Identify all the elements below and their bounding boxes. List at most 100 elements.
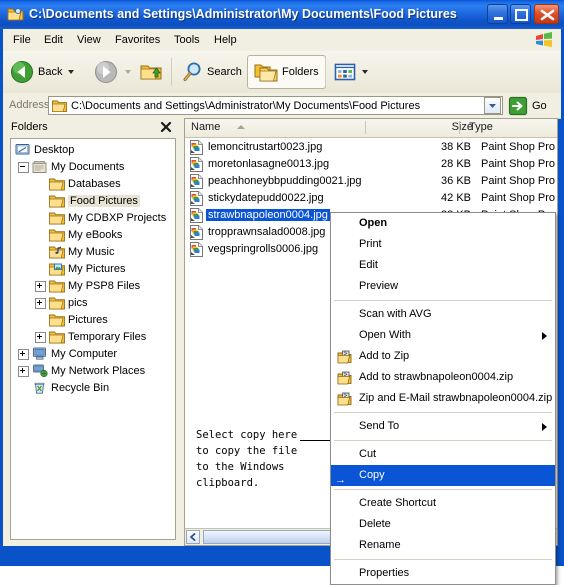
search-button[interactable]: Search	[181, 55, 242, 89]
forward-button[interactable]	[93, 55, 131, 89]
close-icon[interactable]	[159, 120, 173, 134]
menu-item-scan-with-avg[interactable]: Scan with AVG	[331, 304, 555, 325]
column-header-name[interactable]: Name	[191, 121, 220, 135]
menu-item-edit[interactable]: Edit	[331, 255, 555, 276]
tree-item-label: Recycle Bin	[51, 382, 110, 394]
menu-help[interactable]: Help	[208, 32, 243, 48]
column-header-size[interactable]: Size	[431, 121, 473, 135]
menu-item-label: Add to Zip	[359, 350, 410, 362]
tree-expander-minus-icon[interactable]	[18, 162, 29, 173]
file-name: vegspringrolls0006.jpg	[208, 243, 319, 255]
menu-item-label: Add to strawbnapoleon0004.zip	[359, 371, 514, 383]
tree-expander-plus-icon[interactable]	[35, 281, 46, 292]
folder-icon	[49, 329, 65, 347]
table-row[interactable]: peachhoneybbpudding0021.jpg 36 KB Paint Sh…	[185, 173, 557, 190]
folders-label: Folders	[282, 66, 319, 78]
zip-icon	[337, 349, 352, 364]
table-row[interactable]: moretonlasagne0013.jpg 28 KB Paint Shop Pr…	[185, 156, 557, 173]
menu-view[interactable]: View	[71, 32, 107, 48]
folder-icon	[49, 295, 65, 313]
folder-tree[interactable]: Desktop My Documents Databases Food Picture…	[10, 138, 176, 540]
folder-icon	[49, 210, 65, 228]
tree-expander-plus-icon[interactable]	[18, 366, 29, 377]
tree-item-label: My Documents	[51, 161, 125, 173]
tree-item-label: My CDBXP Projects	[68, 212, 167, 224]
menu-item-add-to-zip[interactable]: Add to Zip	[331, 346, 555, 367]
tree-item-label: My eBooks	[68, 229, 123, 241]
menu-item-label: Properties	[359, 567, 410, 579]
menu-edit[interactable]: Edit	[38, 32, 69, 48]
file-size: 38 KB	[441, 141, 471, 153]
menu-favorites[interactable]: Favorites	[109, 32, 166, 48]
file-name: lemoncitrustart0023.jpg	[208, 141, 323, 153]
menu-item-copy[interactable]: → Copy	[331, 465, 555, 486]
menu-item-delete[interactable]: Delete	[331, 514, 555, 535]
menu-item-label: Preview	[359, 280, 399, 292]
folders-pane: Folders Desktop My Documents Databases Food…	[3, 118, 180, 546]
menu-item-label: Scan with AVG	[359, 308, 432, 320]
toolbar-separator-1	[171, 58, 172, 86]
menu-separator	[334, 559, 552, 560]
file-name: stickydatepudd0022.jpg	[208, 192, 324, 204]
close-button[interactable]	[534, 4, 559, 24]
address-input[interactable]: C:\Documents and Settings\Administrator\…	[48, 96, 503, 115]
menu-item-create-shortcut[interactable]: Create Shortcut	[331, 493, 555, 514]
file-type: Paint Shop Pro 6 Im	[481, 158, 557, 170]
menu-separator	[334, 412, 552, 413]
views-button[interactable]	[334, 55, 368, 89]
menu-item-open[interactable]: Open	[331, 213, 555, 234]
menu-item-label: Print	[359, 238, 382, 250]
tree-item-label: My Network Places	[51, 365, 146, 377]
menu-item-add-to-strawbnapoleon0004-zip[interactable]: Add to strawbnapoleon0004.zip	[331, 367, 555, 388]
column-divider-1[interactable]	[365, 121, 366, 134]
menu-item-open-with[interactable]: Open With	[331, 325, 555, 346]
menu-item-send-to[interactable]: Send To	[331, 416, 555, 437]
address-dropdown-button[interactable]	[484, 97, 501, 114]
back-button[interactable]: Back	[9, 55, 75, 89]
up-button[interactable]	[139, 55, 163, 89]
maximize-button[interactable]	[510, 4, 531, 24]
search-icon	[183, 62, 201, 81]
annotation-line: clipboard.	[196, 477, 260, 489]
tree-expander-plus-icon[interactable]	[35, 298, 46, 309]
menu-file[interactable]: File	[7, 32, 37, 48]
tree-expander-plus-icon[interactable]	[35, 332, 46, 343]
file-name: tropprawnsalad0008.jpg	[208, 226, 326, 238]
folder-icon	[49, 176, 65, 194]
file-size: 36 KB	[441, 175, 471, 187]
back-dropdown-arrow[interactable]	[68, 70, 75, 74]
menu-item-properties[interactable]: Properties	[331, 563, 555, 584]
scroll-left-button[interactable]	[186, 530, 200, 544]
menu-item-cut[interactable]: Cut	[331, 444, 555, 465]
minimize-button[interactable]	[487, 4, 508, 24]
folder-icon	[49, 312, 65, 330]
menu-item-rename[interactable]: Rename	[331, 535, 555, 556]
table-row[interactable]: stickydatepudd0022.jpg 42 KB Paint Shop Pr…	[185, 190, 557, 207]
column-header-type[interactable]: Type	[469, 121, 493, 135]
menu-item-zip-and-e-mail-strawbnapoleon0004-zip[interactable]: Zip and E-Mail strawbnapoleon0004.zip	[331, 388, 555, 409]
address-value: C:\Documents and Settings\Administrator\…	[71, 100, 421, 112]
menu-item-preview[interactable]: Preview	[331, 276, 555, 297]
views-dropdown-arrow[interactable]	[362, 70, 368, 74]
image-file-icon	[189, 225, 204, 240]
forward-arrow-icon	[95, 61, 117, 83]
explorer-window: C:\Documents and Settings\Administrator\…	[0, 0, 564, 585]
chevron-left-icon	[190, 533, 196, 541]
column-headers: Name Size Type	[185, 119, 557, 138]
forward-dropdown-arrow[interactable]	[125, 70, 131, 74]
tree-item-label: My Music	[68, 246, 115, 258]
submenu-arrow-icon	[542, 332, 547, 340]
menu-item-print[interactable]: Print	[331, 234, 555, 255]
go-button[interactable]: Go	[508, 95, 547, 116]
tree-expander-plus-icon[interactable]	[18, 349, 29, 360]
image-file-icon	[189, 157, 204, 172]
context-menu[interactable]: Open Print Edit Preview Scan with AVG Open Wi…	[330, 212, 556, 585]
annotation-text: Select copy here to copy the file to the W…	[196, 427, 336, 491]
annotation-line: to copy the file	[196, 445, 298, 457]
table-row[interactable]: lemoncitrustart0023.jpg 38 KB Paint Shop P…	[185, 139, 557, 156]
toolbar: Back Search Folders	[3, 51, 561, 94]
folders-button[interactable]: Folders	[247, 55, 326, 89]
menu-tools[interactable]: Tools	[168, 32, 206, 48]
tree-item-label: Temporary Files	[68, 331, 147, 343]
column-divider-2[interactable]	[459, 121, 460, 134]
